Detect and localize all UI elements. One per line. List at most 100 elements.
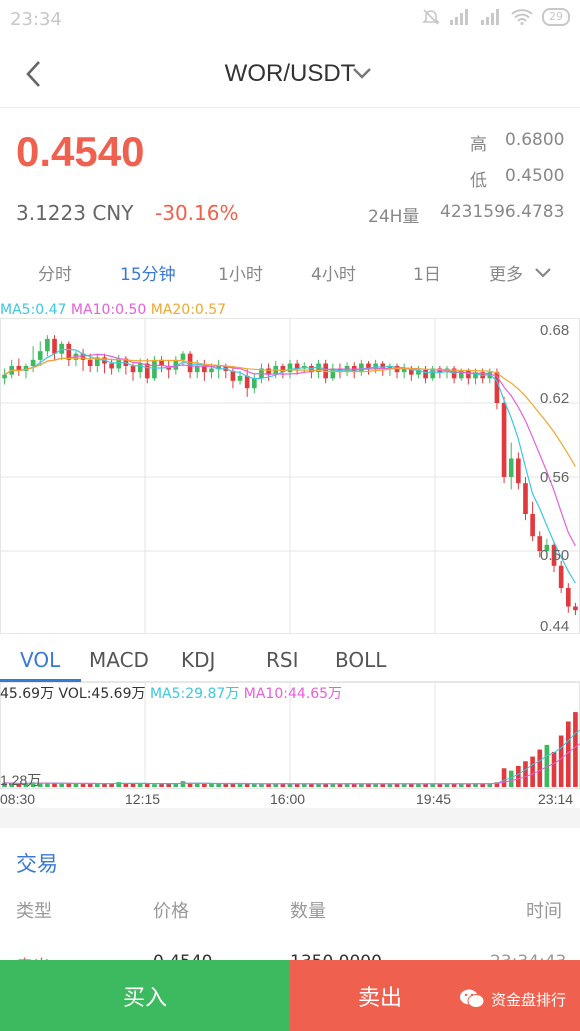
tab-indicator-rsi[interactable]: RSI <box>266 648 299 672</box>
volume-bar <box>366 783 371 787</box>
col-header-amount: 数量 <box>290 901 326 922</box>
wifi-icon <box>511 9 533 25</box>
volume-bar <box>144 783 150 787</box>
cny-price: 3.1223 CNY <box>16 201 134 225</box>
y-tick-label: 0.68 <box>540 322 569 339</box>
candle-body <box>573 606 578 611</box>
x-tick-label: 12:15 <box>125 791 160 807</box>
volume-bar <box>180 781 186 787</box>
volume-bar <box>309 783 314 787</box>
candle-body <box>87 359 93 366</box>
watermark: 资金盘排行 <box>459 988 566 1010</box>
ma10-legend: MA10:0.50 <box>70 302 147 318</box>
y-tick-label: 0.62 <box>540 390 569 407</box>
section-divider <box>0 808 580 828</box>
candle-body <box>45 338 50 352</box>
volume-bar <box>394 783 400 787</box>
volume-bar <box>230 783 236 787</box>
volume-bar <box>501 768 507 787</box>
volume-bar <box>373 783 378 787</box>
battery-indicator: 29 <box>542 8 570 26</box>
tab-interval-timeline[interactable]: 分时 <box>38 260 72 285</box>
tab-indicator-boll[interactable]: BOLL <box>335 648 386 672</box>
volume-bar <box>95 783 100 787</box>
status-icons: 29 <box>422 8 570 26</box>
volume-bar <box>266 783 271 787</box>
low-value: 0.4500 <box>505 166 565 186</box>
candle-body <box>109 363 114 369</box>
signal-icon <box>450 9 468 25</box>
tab-interval-more[interactable]: 更多 <box>489 260 523 285</box>
y-tick-label: 0.56 <box>540 469 569 486</box>
volume-bar <box>209 783 214 787</box>
volume-bar <box>287 783 293 787</box>
candle-body <box>466 370 471 379</box>
candle-body <box>2 374 7 379</box>
volume-bar <box>166 783 172 787</box>
header: WOR/USDT <box>0 40 580 108</box>
buy-button[interactable]: 买入 <box>0 960 290 1031</box>
candle-body <box>52 338 57 354</box>
volume-bar <box>59 783 64 787</box>
tab-interval-1d[interactable]: 1日 <box>413 260 441 285</box>
volume-bar <box>530 756 535 787</box>
volume-24h-value: 4231596.4783 <box>440 202 565 222</box>
tab-indicator-kdj[interactable]: KDJ <box>181 648 215 672</box>
volume-bar <box>73 783 79 787</box>
volume-bar <box>523 761 528 787</box>
y-tick-label: 0.50 <box>540 547 569 564</box>
candle-body <box>237 375 243 381</box>
candle-body <box>152 359 157 379</box>
candle-body <box>37 351 43 360</box>
volume-bar <box>458 783 464 787</box>
candle-body <box>194 366 200 373</box>
volume-bar <box>194 783 200 787</box>
volume-bar <box>573 712 578 787</box>
candle-body <box>516 458 521 484</box>
volume-bar <box>508 770 514 787</box>
candle-body <box>59 343 64 354</box>
volume-bar <box>223 783 229 787</box>
vol-top-label: 45.69万 <box>0 686 55 702</box>
low-label: 低 <box>470 171 487 191</box>
sell-button-label: 卖出 <box>357 985 402 1011</box>
volume-bar <box>416 783 421 787</box>
pair-title[interactable]: WOR/USDT <box>0 60 580 88</box>
volume-bar <box>202 783 207 787</box>
tab-interval-15m[interactable]: 15分钟 <box>120 260 176 285</box>
price-change: -30.16% <box>155 201 239 225</box>
x-tick-label: 23:14 <box>538 791 573 807</box>
x-tick-label: 16:00 <box>270 791 305 807</box>
volume-bar <box>87 783 93 787</box>
volume-bar <box>109 783 114 787</box>
chevron-down-icon[interactable] <box>534 267 552 279</box>
vol-ma10-legend: MA10:44.65万 <box>243 686 343 702</box>
candle-body <box>130 366 136 373</box>
candle-body <box>523 483 528 514</box>
vol-ma10-line <box>4 743 580 785</box>
chevron-down-icon[interactable] <box>352 66 372 80</box>
candle-body <box>180 353 186 360</box>
tab-indicator-macd[interactable]: MACD <box>89 648 149 672</box>
tab-indicator-vol[interactable]: VOL <box>20 648 60 672</box>
candle-body <box>373 363 378 369</box>
ma5-legend: MA5:0.47 <box>0 302 67 318</box>
tab-interval-1h[interactable]: 1小时 <box>218 260 263 285</box>
wechat-icon <box>460 989 485 1008</box>
candle-body <box>423 369 428 379</box>
tab-interval-4h[interactable]: 4小时 <box>311 260 356 285</box>
candle-body <box>294 363 300 369</box>
vol-value-legend: VOL:45.69万 <box>58 686 146 702</box>
candlestick-chart[interactable]: 0.68 0.62 0.56 0.50 0.44 <box>0 318 580 634</box>
vol-legend: 45.69万 VOL:45.69万 MA5:29.87万 MA10:44.65万 <box>0 683 342 703</box>
volume-bar <box>537 749 543 787</box>
status-time: 23:34 <box>10 9 62 30</box>
candle-body <box>209 368 214 373</box>
col-header-time: 时间 <box>526 901 562 922</box>
signal-icon-2 <box>481 9 499 25</box>
volume-bar <box>45 783 50 787</box>
x-tick-label: 08:30 <box>0 791 35 807</box>
volume-bar <box>330 783 336 787</box>
candle-body <box>137 363 143 373</box>
volume-bar <box>516 765 521 787</box>
